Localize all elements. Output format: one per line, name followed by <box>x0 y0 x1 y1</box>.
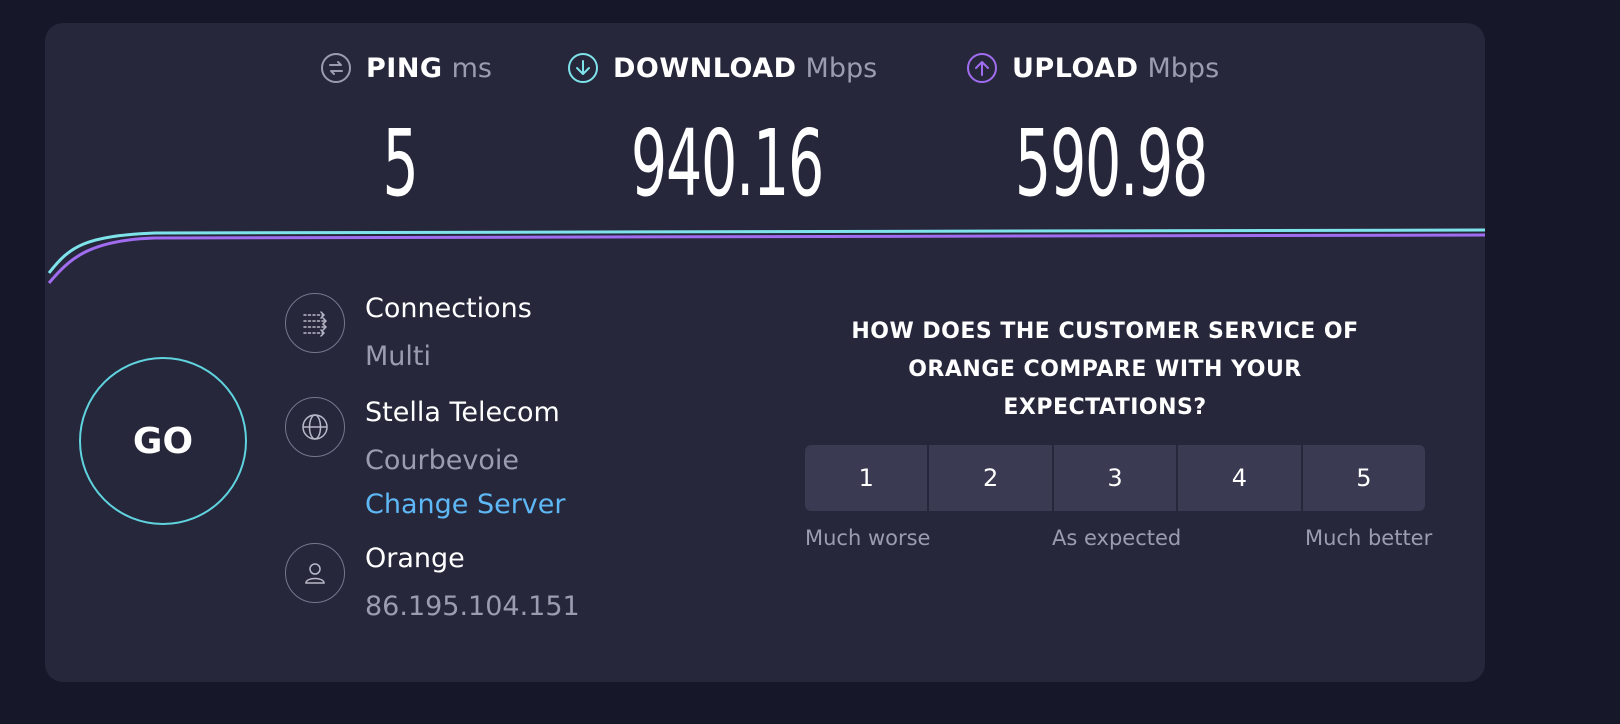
ping-unit: ms <box>451 52 492 84</box>
download-label: DOWNLOAD <box>613 52 797 84</box>
scale-label-high: Much better <box>1305 526 1433 550</box>
upload-label: UPLOAD <box>1012 52 1139 84</box>
ping-value: 5 <box>382 110 418 217</box>
go-button[interactable]: GO <box>79 357 247 525</box>
connections-title: Connections <box>365 293 532 324</box>
upload-header: UPLOAD Mbps <box>966 48 1246 88</box>
download-header: DOWNLOAD Mbps <box>567 48 897 88</box>
connections-value[interactable]: Multi <box>365 341 431 372</box>
change-server-link[interactable]: Change Server <box>365 489 566 520</box>
scale-label-low: Much worse <box>805 526 931 550</box>
upload-value: 590.98 <box>1014 110 1208 217</box>
speed-graph <box>47 228 1485 284</box>
rating-button-3[interactable]: 3 <box>1053 445 1179 511</box>
download-unit: Mbps <box>805 52 878 84</box>
rating-button-5[interactable]: 5 <box>1302 445 1425 511</box>
connections-icon <box>285 293 345 353</box>
rating-button-1[interactable]: 1 <box>805 445 930 511</box>
download-metric: DOWNLOAD Mbps 940.16 <box>567 48 897 217</box>
globe-icon <box>285 397 345 457</box>
user-icon <box>285 543 345 603</box>
upload-unit: Mbps <box>1147 52 1220 84</box>
scale-label-mid: As expected <box>1052 526 1182 550</box>
server-name: Stella Telecom <box>365 397 560 428</box>
speed-test-card: PING ms 5 DOWNLOAD Mbps 940.16 UPLOAD Mb… <box>45 23 1485 682</box>
upload-metric: UPLOAD Mbps 590.98 <box>966 48 1246 217</box>
rating-button-4[interactable]: 4 <box>1178 445 1303 511</box>
provider-name: Orange <box>365 543 465 574</box>
rating-button-2[interactable]: 2 <box>929 445 1054 511</box>
upload-graph-line <box>47 233 1485 284</box>
rating-bar: 1 2 3 4 5 <box>805 445 1425 511</box>
download-icon <box>567 52 599 84</box>
server-location: Courbevoie <box>365 445 519 476</box>
ping-icon <box>320 52 352 84</box>
upload-icon <box>966 52 998 84</box>
download-value: 940.16 <box>630 110 824 217</box>
ping-metric: PING ms 5 <box>320 48 520 217</box>
ping-label: PING <box>366 52 443 84</box>
survey-question: HOW DOES THE CUSTOMER SERVICE OF ORANGE … <box>851 319 1359 420</box>
provider-ip: 86.195.104.151 <box>365 591 580 622</box>
ping-header: PING ms <box>320 48 520 88</box>
